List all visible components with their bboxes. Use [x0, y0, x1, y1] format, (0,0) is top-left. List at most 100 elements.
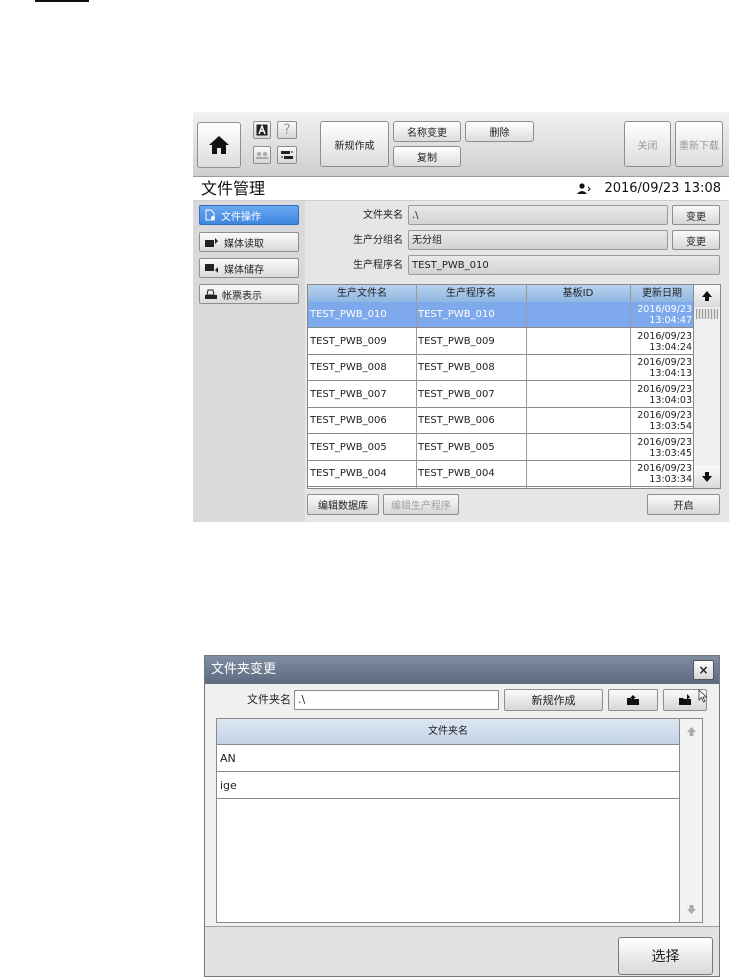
- cell-file-name: TEST_PWB_005: [310, 441, 387, 453]
- dialog-new-create-button[interactable]: 新规作成: [504, 689, 603, 711]
- table-row[interactable]: TEST_PWB_007 TEST_PWB_007 2016/09/23 13:04:…: [308, 381, 694, 408]
- scroll-down-button[interactable]: [694, 466, 720, 488]
- operator-button[interactable]: [253, 146, 271, 164]
- update-time: 13:04:13: [649, 368, 692, 379]
- group-change-button[interactable]: 变更: [672, 230, 720, 250]
- column-header-folder[interactable]: 文件夹名: [217, 719, 679, 745]
- group-name-label: 生产分组名: [353, 235, 403, 246]
- cell-file-name: TEST_PWB_007: [310, 388, 387, 400]
- home-icon: [209, 136, 229, 154]
- arrow-up-icon[interactable]: [686, 726, 697, 737]
- cell-update-date: 2016/09/23 13:04:24: [630, 329, 694, 355]
- update-time: 13:03:34: [649, 474, 692, 485]
- sidebar-item-media-save[interactable]: 媒体储存: [199, 258, 299, 278]
- printer-icon: [205, 289, 217, 299]
- edit-database-button[interactable]: 编辑数据库: [307, 494, 379, 515]
- close-button[interactable]: 关闭: [624, 121, 671, 167]
- folder-list: 文件夹名 AN ige: [216, 718, 703, 923]
- folder-up-button[interactable]: [608, 689, 658, 711]
- table-row[interactable]: TEST_PWB_010 TEST_PWB_010 2016/09/23 13:04:…: [308, 302, 694, 328]
- folder-name-label: 文件夹名: [363, 210, 403, 221]
- edit-program-button[interactable]: 编辑生产程序: [383, 494, 459, 515]
- table-row[interactable]: TEST_PWB_004 TEST_PWB_004 2016/09/23 13:03:…: [308, 461, 694, 487]
- sidebar-item-file-operation[interactable]: 文件操作: [199, 205, 299, 225]
- column-divider: [630, 285, 631, 488]
- mouse-cursor-icon: [698, 689, 708, 703]
- home-button[interactable]: [197, 122, 241, 168]
- column-header-board-id[interactable]: 基板ID: [526, 285, 630, 302]
- column-header-program[interactable]: 生产程序名: [416, 285, 526, 302]
- production-file-table: 生产文件名 生产程序名 基板ID 更新日期 TEST_PWB_010 TEST_P…: [307, 284, 695, 489]
- redownload-button[interactable]: 重新下载: [675, 121, 723, 167]
- help-button[interactable]: ?: [277, 121, 297, 139]
- arrow-down-icon: [702, 472, 712, 482]
- update-date: 2016/09/23: [637, 330, 692, 342]
- file-icon: [205, 209, 215, 221]
- column-divider: [526, 285, 527, 488]
- rename-button[interactable]: 名称变更: [393, 121, 461, 142]
- cell-program-name: TEST_PWB_009: [418, 335, 495, 347]
- network-button[interactable]: [277, 146, 297, 164]
- datetime: 2016/09/23 13:08: [604, 181, 721, 196]
- arrow-down-icon[interactable]: [686, 904, 697, 915]
- sidebar: 文件操作 媒体读取 媒体储存 帐票表示: [193, 201, 305, 522]
- open-button[interactable]: 开启: [647, 494, 720, 515]
- cell-program-name: TEST_PWB_010: [418, 309, 495, 320]
- select-button[interactable]: 选择: [618, 937, 713, 975]
- sidebar-item-label: 帐票表示: [222, 290, 262, 302]
- update-date: 2016/09/23: [637, 357, 692, 368]
- dialog-folder-input[interactable]: .\: [294, 690, 499, 710]
- cell-update-date: 2016/09/23 13:03:45: [630, 435, 694, 461]
- program-name-field: TEST_PWB_010: [408, 255, 720, 275]
- table-row[interactable]: TEST_PWB_006 TEST_PWB_006 2016/09/23 13:03:…: [308, 408, 694, 434]
- cell-update-date: 2016/09/23 13:03:34: [630, 461, 694, 487]
- cell-update-date: 2016/09/23 13:04:03: [630, 382, 694, 408]
- column-divider: [416, 285, 417, 488]
- dialog-close-button[interactable]: ×: [693, 660, 714, 680]
- file-management-window: ? 新规作成 名称变更 删除 复制 关闭 重新下载 文件管理 2016/09/2…: [193, 112, 729, 522]
- scroll-up-button[interactable]: [694, 285, 720, 307]
- table-row[interactable]: TEST_PWB_008 TEST_PWB_008 2016/09/23 13:04:…: [308, 355, 694, 381]
- group-name-field: 无分组: [408, 230, 668, 250]
- cell-file-name: TEST_PWB_009: [310, 335, 387, 347]
- sidebar-item-report[interactable]: 帐票表示: [199, 284, 299, 304]
- cell-board-id: [526, 408, 630, 434]
- media-save-icon: [205, 263, 218, 273]
- column-header-update-date[interactable]: 更新日期: [630, 285, 694, 302]
- cell-file-name: TEST_PWB_006: [310, 415, 387, 426]
- cell-file-name: TEST_PWB_004: [310, 468, 387, 479]
- cell-board-id: [526, 329, 630, 355]
- folder-list-item[interactable]: AN: [217, 746, 679, 772]
- folder-name-field: .\: [408, 205, 668, 225]
- table-row[interactable]: TEST_PWB_009 TEST_PWB_009 2016/09/23 13:04:…: [308, 328, 694, 355]
- folder-change-button[interactable]: 变更: [672, 205, 720, 225]
- program-name-label: 生产程序名: [353, 260, 403, 271]
- cell-update-date: 2016/09/23 13:03:54: [630, 408, 694, 434]
- cell-program-name: TEST_PWB_008: [418, 362, 495, 373]
- dialog-footer: 选择: [205, 926, 719, 976]
- folder-list-scrollbar[interactable]: [679, 719, 702, 922]
- keyboard-a-button[interactable]: [253, 121, 271, 139]
- arrow-up-icon: [702, 291, 712, 301]
- cell-program-name: TEST_PWB_005: [418, 441, 495, 453]
- network-icon: [281, 151, 293, 159]
- table-scrollbar[interactable]: [693, 284, 721, 489]
- table-row[interactable]: TEST_PWB_005 TEST_PWB_005 2016/09/23 13:03:…: [308, 434, 694, 461]
- new-create-button[interactable]: 新规作成: [320, 121, 389, 167]
- copy-button[interactable]: 复制: [393, 146, 461, 167]
- dialog-folder-label: 文件夹名: [247, 693, 291, 706]
- toolbar: ? 新规作成 名称变更 删除 复制 关闭 重新下载: [193, 112, 729, 177]
- update-date: 2016/09/23: [637, 410, 692, 421]
- cell-board-id: [526, 435, 630, 461]
- sidebar-item-label: 媒体读取: [224, 238, 264, 250]
- delete-button[interactable]: 删除: [465, 121, 534, 142]
- folder-change-dialog: 文件夹变更 × 文件夹名 .\ 新规作成 文件夹名 AN ige 选择: [204, 655, 720, 977]
- column-header-file[interactable]: 生产文件名: [308, 285, 416, 302]
- folder-list-item[interactable]: ige: [217, 773, 679, 799]
- scroll-thumb[interactable]: [696, 309, 718, 319]
- update-time: 13:03:54: [649, 421, 692, 432]
- sidebar-item-media-read[interactable]: 媒体读取: [199, 232, 299, 252]
- letter-a-icon: [256, 124, 268, 136]
- update-date: 2016/09/23: [637, 304, 692, 315]
- page-title: 文件管理: [201, 179, 266, 198]
